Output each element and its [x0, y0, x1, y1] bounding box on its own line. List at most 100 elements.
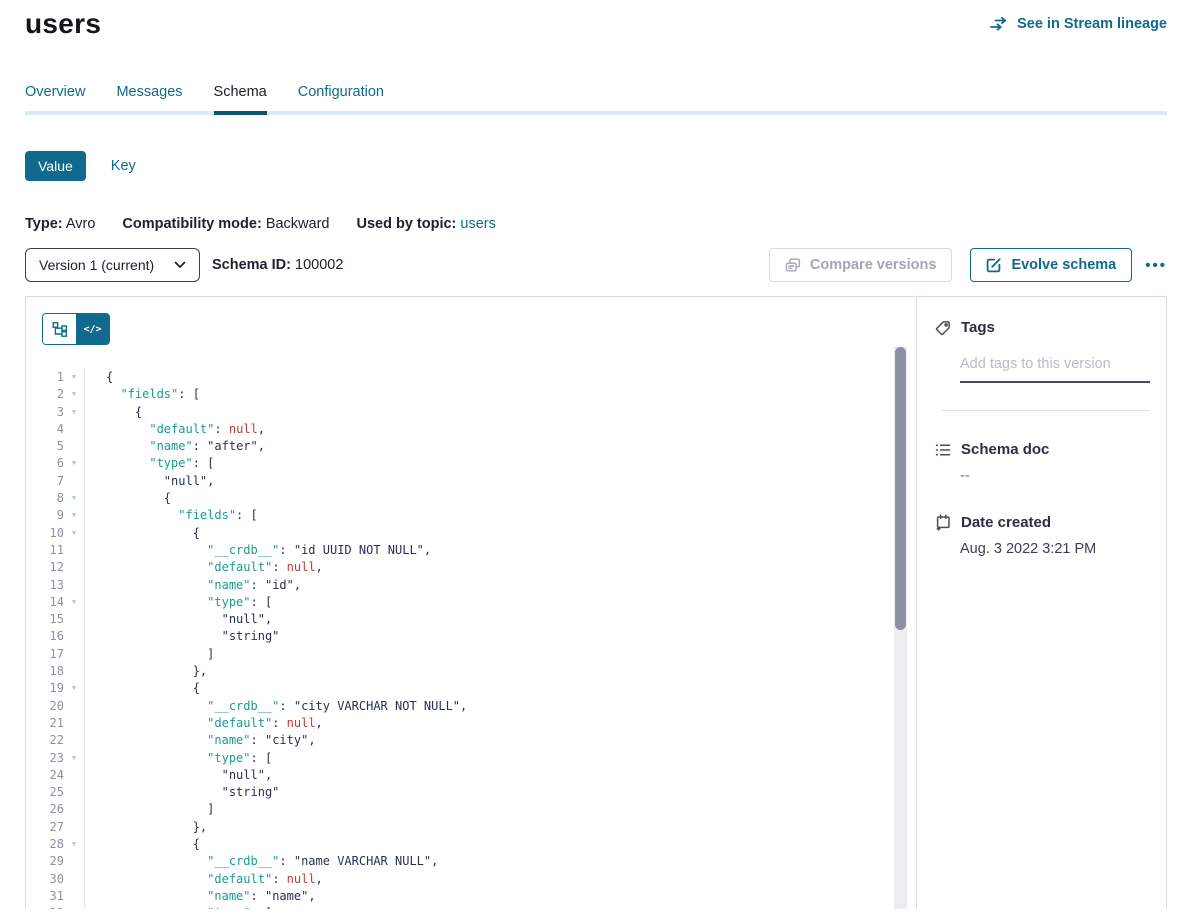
editor-scrollbar[interactable] [894, 347, 907, 909]
schema-meta: Type: Avro Compatibility mode: Backward … [25, 216, 1167, 232]
code-text: "null", [85, 473, 214, 490]
fold-spacer [64, 559, 85, 576]
key-tab-button[interactable]: Key [111, 158, 136, 174]
code-line: 12 "default": null, [26, 559, 916, 576]
line-number: 8 [26, 490, 64, 507]
tab-schema[interactable]: Schema [214, 84, 267, 115]
value-tab-button[interactable]: Value [25, 151, 86, 181]
compare-versions-button[interactable]: Compare versions [769, 248, 953, 282]
code-text: "type": [ [85, 750, 272, 767]
code-text: "default": null, [85, 421, 265, 438]
type-label: Type: [25, 216, 63, 232]
line-number: 30 [26, 871, 64, 888]
line-number: 22 [26, 732, 64, 749]
code-line: 10▼ { [26, 525, 916, 542]
fold-arrow-icon[interactable]: ▼ [64, 750, 85, 767]
tab-messages[interactable]: Messages [116, 84, 182, 111]
code-line: 16 "string" [26, 628, 916, 645]
code-text: { [85, 525, 200, 542]
code-line: 7 "null", [26, 473, 916, 490]
type-field: Type: Avro [25, 216, 95, 232]
code-text: { [85, 404, 142, 421]
fold-spacer [64, 542, 85, 559]
scrollbar-thumb[interactable] [895, 347, 906, 630]
line-number: 5 [26, 438, 64, 455]
version-select[interactable]: Version 1 (current) [25, 248, 200, 282]
line-number: 9 [26, 507, 64, 524]
code-line: 1▼{ [26, 369, 916, 386]
code-text: "null", [85, 611, 272, 628]
line-number: 14 [26, 594, 64, 611]
fold-arrow-icon[interactable]: ▼ [64, 386, 85, 403]
fold-arrow-icon[interactable]: ▼ [64, 490, 85, 507]
fold-arrow-icon[interactable]: ▼ [64, 507, 85, 524]
line-number: 19 [26, 680, 64, 697]
compare-versions-icon [785, 258, 801, 273]
line-number: 25 [26, 784, 64, 801]
tags-input[interactable] [960, 356, 1150, 383]
fold-arrow-icon[interactable]: ▼ [64, 525, 85, 542]
schema-id-value: 100002 [295, 257, 343, 273]
line-number: 1 [26, 369, 64, 386]
code-text: "name": "name", [85, 888, 316, 905]
fold-arrow-icon[interactable]: ▼ [64, 404, 85, 421]
fold-spacer [64, 421, 85, 438]
topic-link[interactable]: users [460, 216, 495, 232]
code-text: "string" [85, 628, 279, 645]
code-line: 30 "default": null, [26, 871, 916, 888]
code-line: 5 "name": "after", [26, 438, 916, 455]
value-key-toggle: Value Key [25, 151, 1167, 181]
code-view-button[interactable]: </> [76, 314, 109, 344]
fold-arrow-icon[interactable]: ▼ [64, 905, 85, 909]
tags-heading: Tags [935, 319, 1150, 336]
code-text: "string" [85, 784, 279, 801]
compare-versions-label: Compare versions [810, 257, 937, 273]
code-text: "name": "id", [85, 577, 301, 594]
tree-view-button[interactable] [43, 314, 76, 344]
tab-configuration[interactable]: Configuration [298, 84, 384, 111]
date-created-title: Date created [961, 514, 1051, 531]
code-line: 27 }, [26, 819, 916, 836]
fold-spacer [64, 888, 85, 905]
code-line: 15 "null", [26, 611, 916, 628]
tree-view-icon [52, 321, 68, 337]
schema-doc-value: -- [960, 468, 1150, 484]
line-number: 4 [26, 421, 64, 438]
doc-list-icon [935, 442, 951, 458]
line-number: 7 [26, 473, 64, 490]
fold-spacer [64, 732, 85, 749]
fold-arrow-icon[interactable]: ▼ [64, 369, 85, 386]
code-text: "default": null, [85, 559, 323, 576]
code-text: "type": [ [85, 594, 272, 611]
line-number: 13 [26, 577, 64, 594]
tab-overview[interactable]: Overview [25, 84, 85, 111]
code-line: 8▼ { [26, 490, 916, 507]
fold-spacer [64, 473, 85, 490]
stream-lineage-link[interactable]: See in Stream lineage [990, 16, 1167, 32]
fold-arrow-icon[interactable]: ▼ [64, 594, 85, 611]
fold-arrow-icon[interactable]: ▼ [64, 836, 85, 853]
compatibility-label: Compatibility mode: [122, 216, 261, 232]
code-line: 24 "null", [26, 767, 916, 784]
fold-arrow-icon[interactable]: ▼ [64, 680, 85, 697]
evolve-schema-button[interactable]: Evolve schema [970, 248, 1132, 282]
fold-arrow-icon[interactable]: ▼ [64, 455, 85, 472]
line-number: 15 [26, 611, 64, 628]
code-line: 21 "default": null, [26, 715, 916, 732]
code-text: "fields": [ [85, 386, 200, 403]
line-number: 28 [26, 836, 64, 853]
code-lines: 1▼{2▼ "fields": [3▼ {4 "default": null,5… [26, 369, 916, 909]
date-created-heading: Date created [935, 514, 1150, 531]
schema-doc-section: Schema doc -- [935, 441, 1150, 484]
fold-spacer [64, 646, 85, 663]
fold-spacer [64, 853, 85, 870]
code-view-icon: </> [83, 324, 101, 335]
code-line: 4 "default": null, [26, 421, 916, 438]
line-number: 17 [26, 646, 64, 663]
page-header: users See in Stream lineage [25, 0, 1167, 40]
more-actions-button[interactable]: ••• [1145, 257, 1167, 274]
line-number: 2 [26, 386, 64, 403]
line-number: 31 [26, 888, 64, 905]
sidebar-divider [942, 410, 1150, 411]
code-text: "fields": [ [85, 507, 258, 524]
